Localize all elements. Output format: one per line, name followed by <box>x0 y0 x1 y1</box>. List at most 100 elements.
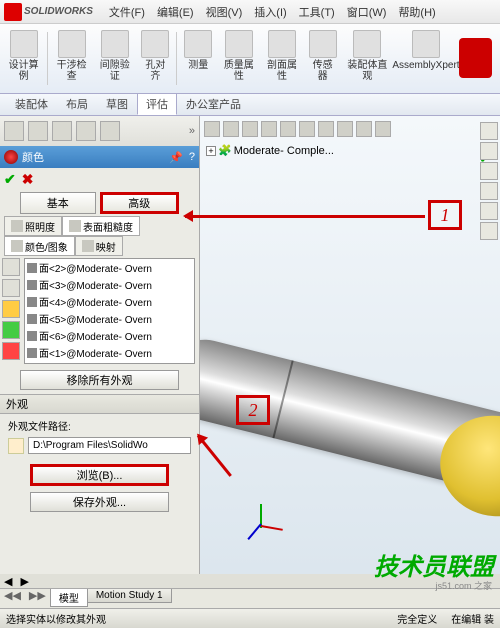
ok-button[interactable]: ✔ <box>4 171 16 188</box>
face-icon <box>27 331 37 341</box>
browse-button[interactable]: 浏览(B)... <box>30 464 169 486</box>
tab-assembly[interactable]: 装配体 <box>6 93 57 115</box>
clearance-icon <box>101 30 129 58</box>
status-editing: 在编辑 装 <box>451 611 494 626</box>
subtab-color-image[interactable]: 颜色/图象 <box>4 236 75 256</box>
selection-list[interactable]: 面<2>@Moderate- Overn 面<3>@Moderate- Over… <box>24 258 195 364</box>
tab-scroll-right[interactable]: ▶▶ <box>25 589 50 602</box>
mapping-icon <box>82 240 94 252</box>
custom-props-icon[interactable] <box>480 222 498 240</box>
face-icon <box>27 280 37 290</box>
subtab-illumination[interactable]: 照明度 <box>4 216 62 236</box>
ribbon-mass[interactable]: 质量属性 <box>218 28 259 89</box>
view-triad[interactable] <box>240 484 280 524</box>
filter-assembly-icon[interactable] <box>2 258 20 276</box>
status-defined: 完全定义 <box>397 611 437 626</box>
menu-tools[interactable]: 工具(T) <box>293 2 341 22</box>
zoom-fit-icon[interactable] <box>204 121 220 137</box>
section-view-icon[interactable] <box>261 121 277 137</box>
list-item: 面<5>@Moderate- Overn <box>25 310 194 327</box>
ribbon-interference[interactable]: 干涉检查 <box>51 28 92 89</box>
menu-edit[interactable]: 编辑(E) <box>151 2 200 22</box>
display-style-icon[interactable] <box>299 121 315 137</box>
design-library-icon[interactable] <box>480 142 498 160</box>
tab-scroll-left[interactable]: ◀◀ <box>0 589 25 602</box>
tab-evaluate[interactable]: 评估 <box>137 93 177 115</box>
ribbon-design-study[interactable]: 设计算例 <box>3 28 44 89</box>
ribbon-asm-vis[interactable]: 装配体直观 <box>343 28 392 89</box>
appearance-path-field[interactable]: D:\Program Files\SolidWo <box>28 437 191 454</box>
annotation-callout-1: 1 <box>428 200 462 230</box>
menu-file[interactable]: 文件(F) <box>103 2 151 22</box>
cancel-button[interactable]: ✖ <box>22 171 34 188</box>
tab-sketch[interactable]: 草图 <box>97 93 137 115</box>
panel-extra-icon[interactable] <box>100 121 120 141</box>
help-icon[interactable]: ? <box>189 151 195 164</box>
appearance-icon[interactable] <box>337 121 353 137</box>
prev-view-icon[interactable] <box>242 121 258 137</box>
status-bar: 选择实体以修改其外观 完全定义 在编辑 装 <box>0 608 500 628</box>
panel-display-icon[interactable] <box>76 121 96 141</box>
assembly-icon: 🧩 <box>218 144 232 157</box>
design-study-icon <box>10 30 38 58</box>
panel-property-icon[interactable] <box>28 121 48 141</box>
property-panel: » 颜色 📌 ? ✔ ✖ 基本 高级 照明度 表面粗糙度 颜色/图象 映射 <box>0 116 200 574</box>
zoom-area-icon[interactable] <box>223 121 239 137</box>
basic-button[interactable]: 基本 <box>20 192 96 214</box>
menu-view[interactable]: 视图(V) <box>200 2 249 22</box>
list-item: 面<2>@Moderate- Overn <box>25 259 194 276</box>
pin-icon[interactable]: 📌 <box>169 151 183 164</box>
model-tab[interactable]: 模型 <box>50 589 88 607</box>
appearances-pane-icon[interactable] <box>480 202 498 220</box>
ribbon-section[interactable]: 剖面属性 <box>261 28 302 89</box>
folder-icon <box>8 438 24 454</box>
filter-body-icon[interactable] <box>2 300 20 318</box>
color-image-icon <box>11 240 23 252</box>
panel-scrollbar[interactable]: ◀▶ <box>0 574 500 588</box>
filter-part-icon[interactable] <box>2 279 20 297</box>
x-axis-icon <box>261 525 283 531</box>
appearance-section-header[interactable]: 外观 <box>0 394 199 414</box>
scene-icon[interactable] <box>356 121 372 137</box>
ribbon-clearance[interactable]: 间隙验证 <box>94 28 135 89</box>
menu-window[interactable]: 窗口(W) <box>341 2 393 22</box>
ribbon-hole-align[interactable]: 孔对齐 <box>137 28 173 89</box>
resources-icon[interactable] <box>480 122 498 140</box>
solidworks-logo-icon <box>4 3 22 21</box>
motion-study-tab[interactable]: Motion Study 1 <box>87 589 172 603</box>
subtab-mapping[interactable]: 映射 <box>75 236 123 256</box>
motion-tabs: ◀◀ ▶▶ 模型 Motion Study 1 <box>0 588 500 608</box>
file-explorer-icon[interactable] <box>480 162 498 180</box>
section-icon <box>268 30 296 58</box>
tab-office[interactable]: 办公室产品 <box>177 93 250 115</box>
panel-collapse-icon[interactable]: » <box>189 125 195 137</box>
asm-xpert-icon <box>412 30 440 58</box>
tree-expand-icon[interactable]: + <box>206 146 216 156</box>
filter-feature-icon[interactable] <box>2 321 20 339</box>
app-logo-text: SOLIDWORKS <box>24 6 93 17</box>
save-appearance-button[interactable]: 保存外观... <box>30 492 169 512</box>
panel-tree-icon[interactable] <box>4 121 24 141</box>
color-title: 颜色 <box>22 149 44 165</box>
face-icon <box>27 348 37 358</box>
path-label: 外观文件路径: <box>8 418 191 433</box>
remove-all-appearances-button[interactable]: 移除所有外观 <box>20 370 179 390</box>
ribbon-sensor[interactable]: 传感器 <box>305 28 341 89</box>
ribbon-asm-xpert[interactable]: AssemblyXpert <box>394 28 458 89</box>
subtab-surface[interactable]: 表面粗糙度 <box>62 216 140 236</box>
ribbon-measure[interactable]: 测量 <box>180 28 216 89</box>
flyout-tree[interactable]: + 🧩 Moderate- Comple... <box>200 142 500 159</box>
3d-viewport[interactable]: + 🧩 Moderate- Comple... ✔ <box>200 116 500 574</box>
menu-insert[interactable]: 插入(I) <box>248 2 292 22</box>
tab-layout[interactable]: 布局 <box>57 93 97 115</box>
advanced-button[interactable]: 高级 <box>100 192 180 214</box>
filter-face-icon[interactable] <box>2 342 20 360</box>
view-orient-icon[interactable] <box>280 121 296 137</box>
view-palette-icon[interactable] <box>480 182 498 200</box>
measure-icon <box>184 30 212 58</box>
ribbon-toolbar: 设计算例 干涉检查 间隙验证 孔对齐 测量 质量属性 剖面属性 传感器 装配体直… <box>0 24 500 94</box>
render-icon[interactable] <box>375 121 391 137</box>
menu-help[interactable]: 帮助(H) <box>392 2 441 22</box>
panel-config-icon[interactable] <box>52 121 72 141</box>
hide-show-icon[interactable] <box>318 121 334 137</box>
